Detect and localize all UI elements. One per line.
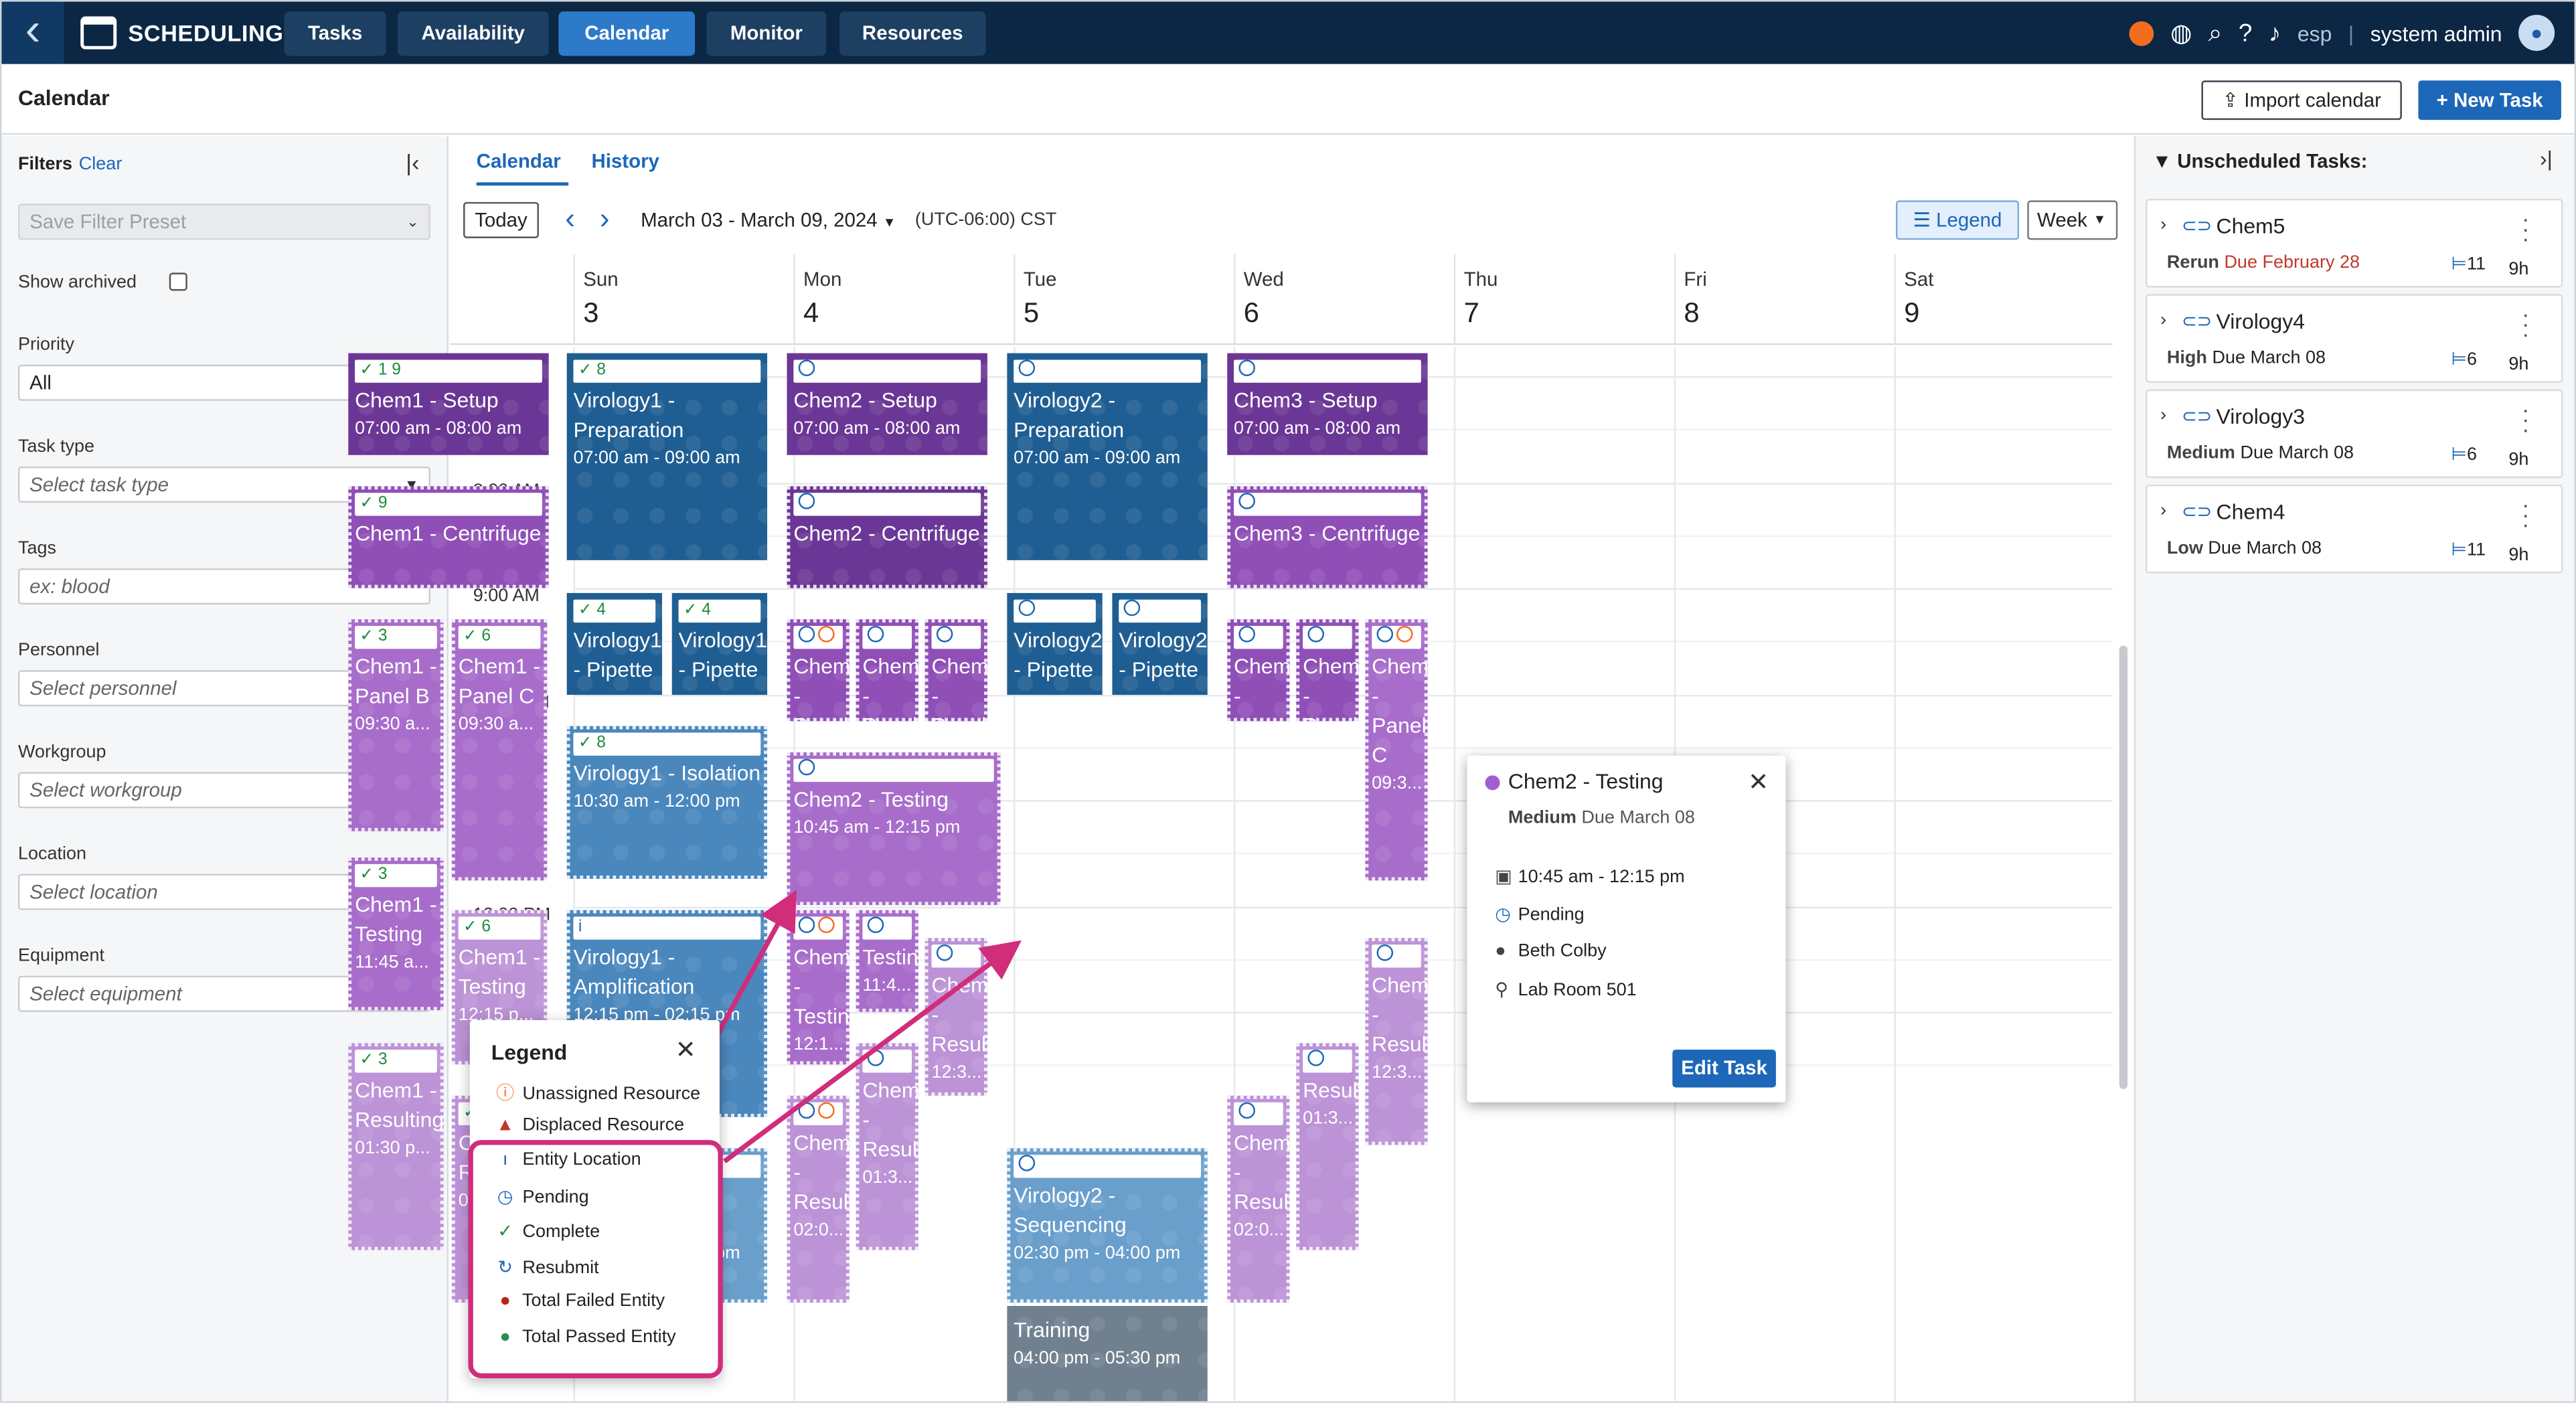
displaced-resource-icon: ▲ — [496, 1115, 514, 1135]
close-icon[interactable]: ✕ — [675, 1035, 696, 1065]
legend-label: Displaced Resource — [522, 1115, 685, 1135]
arrow-to-virology1-amplification — [723, 940, 1022, 1163]
unassigned-resource-icon: ⓘ — [496, 1084, 515, 1104]
legend-item-unassigned: ⓘ Unassigned Resource — [493, 1079, 700, 1105]
legend-label: Unassigned Resource — [522, 1084, 701, 1104]
app-root: ‹ SCHEDULING Tasks Availability Calendar… — [0, 0, 2576, 1403]
legend-title: Legend — [491, 1040, 568, 1065]
legend-highlight-box — [468, 1140, 723, 1378]
annotation-arrows — [656, 890, 1022, 1163]
legend-item-displaced: ▲ Displaced Resource — [493, 1115, 684, 1135]
